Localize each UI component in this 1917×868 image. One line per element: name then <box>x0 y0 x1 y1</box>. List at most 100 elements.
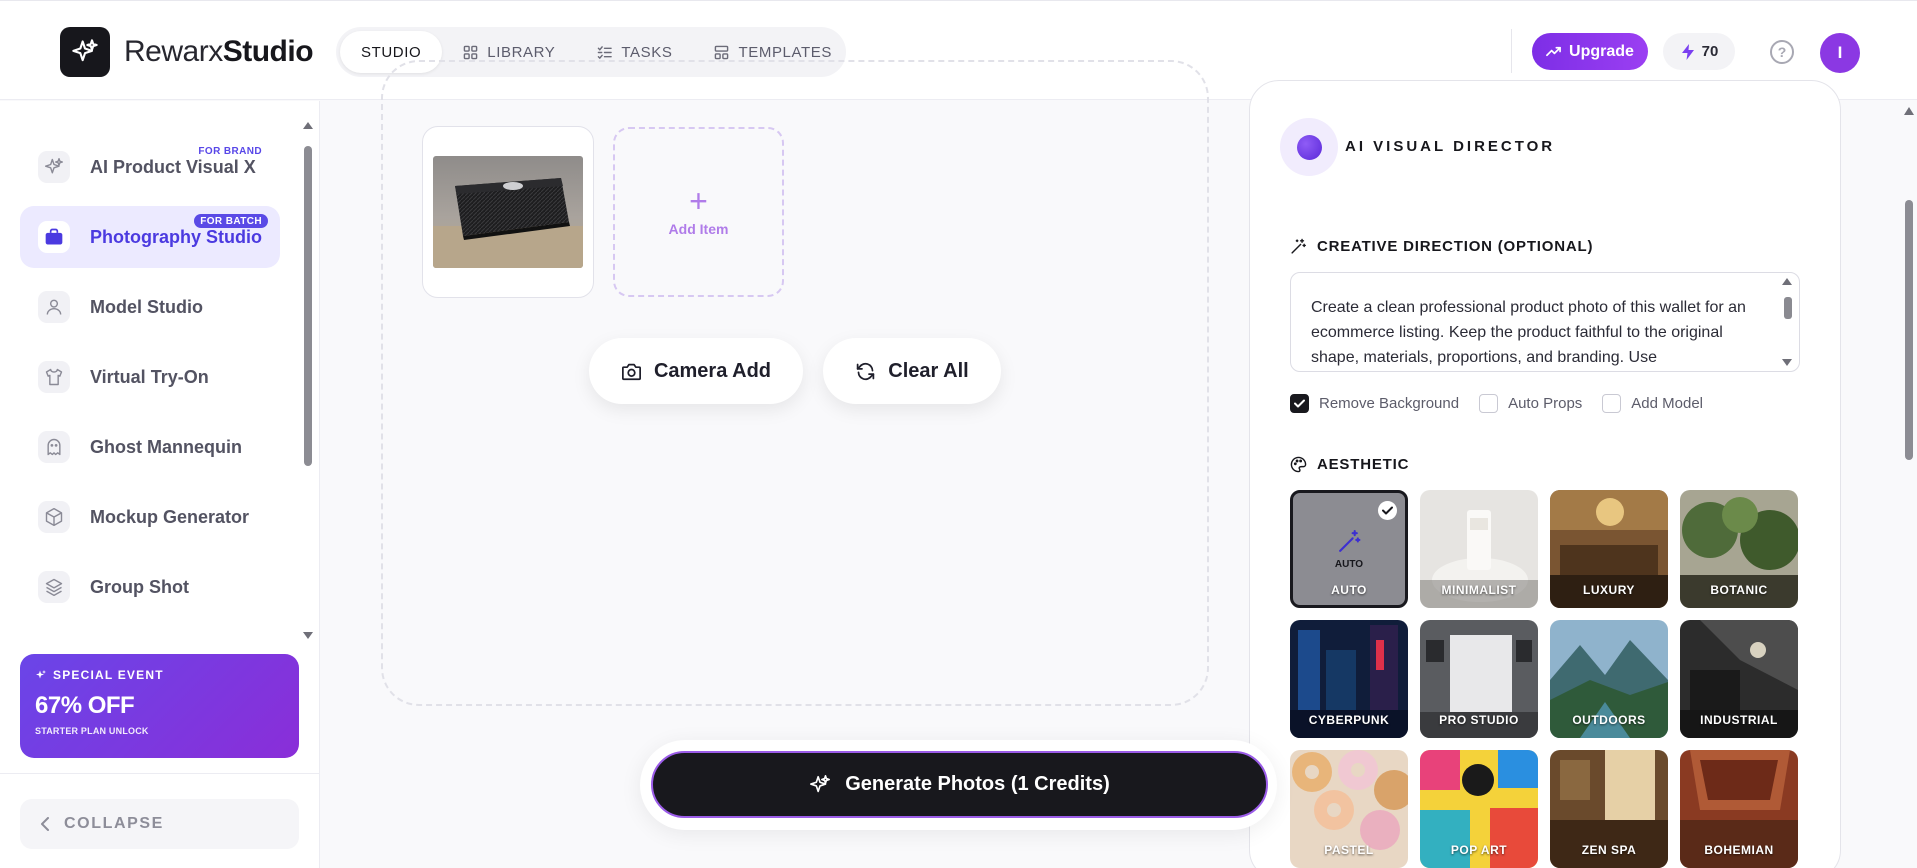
sidebar-item-label: AI Product Visual X <box>90 157 256 177</box>
remove-background-checkbox[interactable]: Remove Background <box>1290 394 1459 413</box>
aesthetic-label: BOTANIC <box>1710 583 1768 597</box>
promo-subline: STARTER PLAN UNLOCK <box>35 726 149 736</box>
chevron-left-icon <box>41 817 49 831</box>
special-event-promo[interactable]: SPECIAL EVENT 67% OFF STARTER PLAN UNLOC… <box>20 654 299 758</box>
person-icon <box>38 291 70 323</box>
for-brand-badge: FOR BRAND <box>198 145 262 157</box>
uploaded-item-card[interactable] <box>422 126 594 298</box>
page-scroll-up-arrow[interactable] <box>1903 104 1915 118</box>
sidebar-item-label: Group Shot <box>90 577 189 597</box>
checkbox-icon <box>1602 394 1622 413</box>
sidebar-item-photography-studio[interactable]: Photography Studio FOR BATCH <box>20 206 280 268</box>
aesthetic-tile-zen-spa[interactable]: ZEN SPA <box>1550 750 1668 868</box>
upgrade-button[interactable]: Upgrade <box>1532 33 1648 70</box>
clear-all-button[interactable]: Clear All <box>823 338 1001 404</box>
panel-title: AI VISUAL DIRECTOR <box>1345 138 1556 155</box>
aesthetic-tile-pro-studio[interactable]: PRO STUDIO <box>1420 620 1538 738</box>
shirt-icon <box>38 361 70 393</box>
aesthetic-tile-pastel[interactable]: PASTEL <box>1290 750 1408 868</box>
sidebar-divider <box>0 773 319 774</box>
layout-icon <box>715 45 729 59</box>
sidebar-item-label: Virtual Try-On <box>90 367 209 387</box>
sidebar-item-label: Photography Studio <box>90 227 262 247</box>
aesthetic-tile-luxury[interactable]: LUXURY <box>1550 490 1668 608</box>
aesthetic-tile-minimalist[interactable]: MINIMALIST <box>1420 490 1538 608</box>
sidebar-item-label: Model Studio <box>90 297 203 317</box>
sparkle-logo-icon <box>72 39 98 62</box>
user-avatar[interactable]: I <box>1820 33 1860 73</box>
auto-inner-label: AUTO <box>1334 559 1364 570</box>
promo-headline: 67% OFF <box>35 692 135 719</box>
options-row: Remove Background Auto Props Add Model <box>1290 394 1703 413</box>
aesthetic-label: BOHEMIAN <box>1704 843 1774 857</box>
aesthetic-label: MINIMALIST <box>1441 583 1517 597</box>
sidebar-item-virtual-try-on[interactable]: Virtual Try-On <box>20 346 280 408</box>
sidebar-item-label: Mockup Generator <box>90 507 250 527</box>
sparkle-small-icon <box>36 670 46 679</box>
generate-photos-button[interactable]: Generate Photos (1 Credits) <box>651 751 1268 818</box>
aesthetic-label: PRO STUDIO <box>1439 713 1519 727</box>
help-icon[interactable]: ? <box>1770 40 1794 64</box>
sidebar-item-model-studio[interactable]: Model Studio <box>20 276 280 338</box>
add-model-checkbox[interactable]: Add Model <box>1602 394 1703 413</box>
camera-icon <box>621 363 641 380</box>
aesthetic-label: OUTDOORS <box>1572 713 1646 727</box>
creative-direction-input[interactable]: Create a clean professional product phot… <box>1290 272 1800 372</box>
layers-icon <box>38 571 70 603</box>
camera-add-button[interactable]: Camera Add <box>589 338 803 404</box>
aesthetic-label: CYBERPUNK <box>1308 713 1390 727</box>
magic-wand-icon <box>1339 530 1361 552</box>
header-divider <box>1511 29 1512 73</box>
check-icon <box>1378 501 1397 520</box>
aesthetic-tile-industrial[interactable]: INDUSTRIAL <box>1680 620 1798 738</box>
grid-icon <box>463 45 478 59</box>
aesthetic-label: LUXURY <box>1583 583 1635 597</box>
palette-icon <box>1290 456 1307 473</box>
checkbox-icon <box>1479 394 1499 413</box>
aesthetic-label: POP ART <box>1450 843 1508 857</box>
trending-up-icon <box>1546 46 1561 57</box>
collapse-button[interactable]: COLLAPSE <box>20 799 299 849</box>
ghost-icon <box>38 431 70 463</box>
sparkle-icon <box>810 774 831 792</box>
aesthetic-tile-botanic[interactable]: BOTANIC <box>1680 490 1798 608</box>
aesthetic-tile-pop-art[interactable]: POP ART <box>1420 750 1538 868</box>
aesthetic-tile-auto[interactable]: AUTO AUTO <box>1290 490 1408 608</box>
brand-name: RewarxStudio <box>124 35 314 68</box>
creative-direction-heading: CREATIVE DIRECTION (OPTIONAL) <box>1290 238 1593 255</box>
logo[interactable] <box>60 27 110 77</box>
app-root: RewarxStudio STUDIO LIBRARY TASKS TEMPLA… <box>0 0 1917 868</box>
checklist-icon <box>598 45 613 59</box>
sparkle-icon <box>38 151 70 183</box>
page-scrollbar-thumb[interactable] <box>1905 200 1913 460</box>
add-item-label: Add Item <box>668 221 729 237</box>
aesthetic-label: INDUSTRIAL <box>1700 713 1778 727</box>
sidebar-item-ghost-mannequin[interactable]: Ghost Mannequin <box>20 416 280 478</box>
aesthetic-tile-outdoors[interactable]: OUTDOORS <box>1550 620 1668 738</box>
plus-icon: + <box>689 183 708 219</box>
director-orb-icon <box>1297 135 1322 160</box>
aesthetic-tile-bohemian[interactable]: BOHEMIAN <box>1680 750 1798 868</box>
aesthetic-label: ZEN SPA <box>1581 843 1637 857</box>
sidebar-item-mockup-generator[interactable]: Mockup Generator <box>20 486 280 548</box>
sidebar-item-group-shot[interactable]: Group Shot <box>20 556 280 618</box>
credits-badge[interactable]: 70 <box>1663 33 1735 70</box>
textarea-scrollbar[interactable] <box>1780 276 1794 368</box>
cube-icon <box>38 501 70 533</box>
for-batch-badge: FOR BATCH <box>194 214 268 228</box>
briefcase-icon <box>38 221 70 253</box>
add-item-button[interactable]: + Add Item <box>613 127 784 297</box>
aesthetic-tile-cyberpunk[interactable]: CYBERPUNK <box>1290 620 1408 738</box>
sidebar-item-ai-product-visual[interactable]: AI Product Visual X FOR BRAND <box>20 136 280 198</box>
aesthetic-label: AUTO <box>1331 583 1367 597</box>
lightning-icon <box>1681 43 1694 60</box>
textarea-scrollbar-thumb[interactable] <box>1784 297 1792 319</box>
promo-tag: SPECIAL EVENT <box>53 668 164 682</box>
sidebar-scrollbar-thumb[interactable] <box>304 146 312 466</box>
auto-props-checkbox[interactable]: Auto Props <box>1479 394 1582 413</box>
checkbox-checked-icon <box>1290 394 1309 413</box>
sidebar-item-label: Ghost Mannequin <box>90 437 242 457</box>
refresh-icon <box>857 362 875 380</box>
magic-wand-icon <box>1291 238 1306 254</box>
sidebar: AI Product Visual X FOR BRAND Photograph… <box>0 101 320 868</box>
